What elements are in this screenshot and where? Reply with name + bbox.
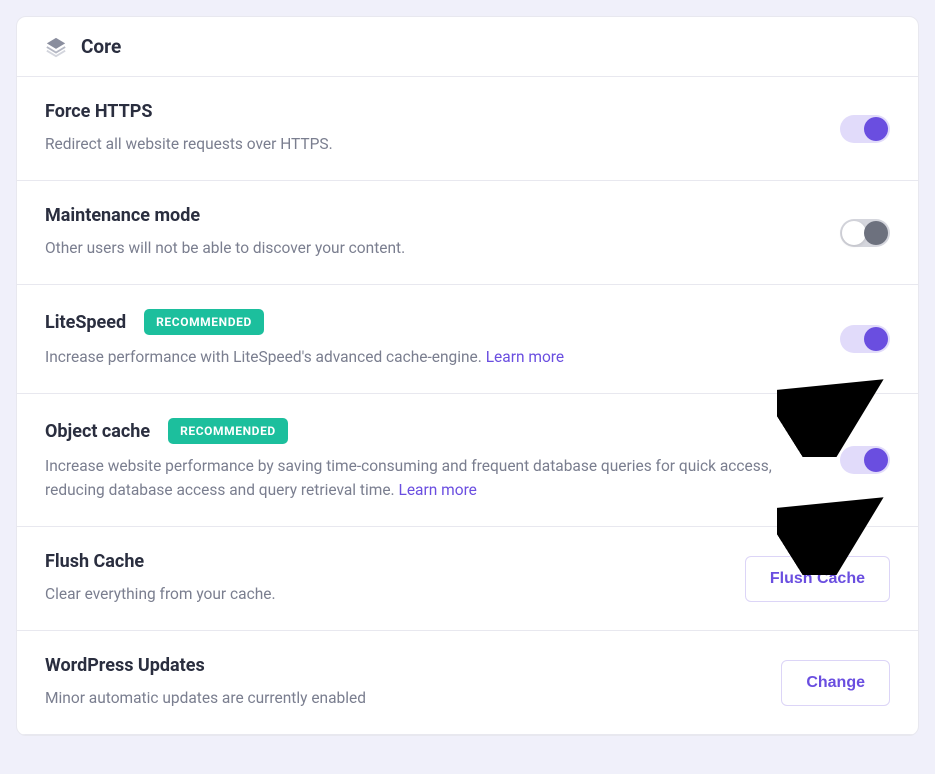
litespeed-learn-more-link[interactable]: Learn more xyxy=(486,348,564,366)
maintenance-desc: Other users will not be able to discover… xyxy=(45,236,820,260)
row-content: LiteSpeed RECOMMENDED Increase performan… xyxy=(45,309,820,369)
row-object-cache: Object cache RECOMMENDED Increase websit… xyxy=(17,394,918,527)
object-cache-desc: Increase website performance by saving t… xyxy=(45,454,820,502)
object-cache-title: Object cache xyxy=(45,421,150,442)
object-cache-learn-more-link[interactable]: Learn more xyxy=(398,481,476,499)
object-cache-toggle[interactable] xyxy=(840,446,890,474)
row-content: Maintenance mode Other users will not be… xyxy=(45,205,820,260)
flush-cache-desc: Clear everything from your cache. xyxy=(45,582,725,606)
row-content: Object cache RECOMMENDED Increase websit… xyxy=(45,418,820,502)
row-flush-cache: Flush Cache Clear everything from your c… xyxy=(17,527,918,631)
force-https-title: Force HTTPS xyxy=(45,101,152,122)
core-panel: Core Force HTTPS Redirect all website re… xyxy=(16,16,919,736)
layers-icon xyxy=(45,36,67,58)
wp-updates-desc: Minor automatic updates are currently en… xyxy=(45,686,761,710)
force-https-toggle[interactable] xyxy=(840,115,890,143)
row-force-https: Force HTTPS Redirect all website request… xyxy=(17,77,918,181)
litespeed-title: LiteSpeed xyxy=(45,312,126,333)
maintenance-title: Maintenance mode xyxy=(45,205,200,226)
recommended-badge: RECOMMENDED xyxy=(144,309,264,335)
change-button[interactable]: Change xyxy=(781,660,890,706)
panel-title: Core xyxy=(81,35,121,58)
litespeed-desc: Increase performance with LiteSpeed's ad… xyxy=(45,345,820,369)
row-wordpress-updates: WordPress Updates Minor automatic update… xyxy=(17,631,918,735)
flush-cache-button[interactable]: Flush Cache xyxy=(745,556,890,602)
row-content: Flush Cache Clear everything from your c… xyxy=(45,551,725,606)
maintenance-toggle[interactable] xyxy=(840,219,890,247)
wp-updates-title: WordPress Updates xyxy=(45,655,205,676)
row-litespeed: LiteSpeed RECOMMENDED Increase performan… xyxy=(17,285,918,394)
row-maintenance-mode: Maintenance mode Other users will not be… xyxy=(17,181,918,285)
row-content: Force HTTPS Redirect all website request… xyxy=(45,101,820,156)
flush-cache-title: Flush Cache xyxy=(45,551,144,572)
litespeed-toggle[interactable] xyxy=(840,325,890,353)
panel-header: Core xyxy=(17,17,918,77)
recommended-badge: RECOMMENDED xyxy=(168,418,288,444)
force-https-desc: Redirect all website requests over HTTPS… xyxy=(45,132,820,156)
row-content: WordPress Updates Minor automatic update… xyxy=(45,655,761,710)
